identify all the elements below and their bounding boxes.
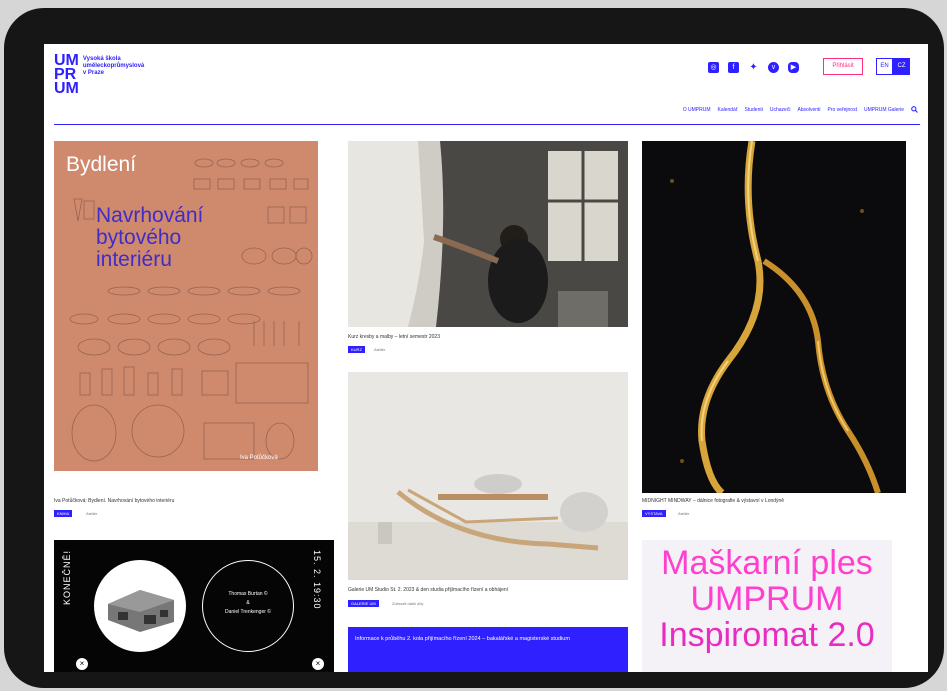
youtube-icon[interactable]: ▶ (788, 62, 799, 73)
maskarni-poster: Maškarní ples UMPRUM Inspiromat 2.0 (642, 540, 892, 672)
highway-illustration (642, 141, 906, 493)
nav-item[interactable]: Absolventi (797, 107, 820, 113)
logo-text-line: v Praze (82, 70, 104, 76)
logo-text-line: uměleckoprůmyslová (82, 63, 145, 69)
poster-illustrations (69, 158, 313, 462)
nav-item[interactable]: Uchazeči (770, 107, 791, 113)
social-links: ◎ f ✦ v ▶ (708, 62, 799, 73)
lang-cz-button[interactable]: CZ (893, 58, 910, 75)
header-divider (54, 124, 920, 125)
lang-en-button[interactable]: EN (876, 58, 893, 75)
category-tag[interactable]: KURZ (348, 346, 365, 353)
card-kurz[interactable]: Kurz kresby a malby – letní semestr 2023… (348, 141, 628, 359)
kurz-photo-illustration (348, 141, 628, 327)
instagram-icon[interactable]: ◎ (708, 62, 719, 73)
close-icon: × (312, 658, 324, 670)
card-meta: Ateliér (678, 511, 690, 516)
poster-subtitle-line: interiéru (96, 248, 172, 271)
category-tag[interactable]: GALERIE UM (348, 600, 379, 607)
card-konecne[interactable]: KONEČNĚ! 15. 2. 19:30 Thomas Burtan © & (54, 540, 334, 672)
building-circle (94, 560, 186, 652)
poster-line: Inspiromat 2.0 (659, 616, 875, 654)
card-midnight[interactable]: MIDNIGHT MINDWAY – dálnice fotografie & … (642, 141, 906, 529)
poster-line: UMPRUM (690, 580, 844, 618)
artist-line: Thomas Burtan © (228, 591, 268, 597)
browser-screen: UM PR UM Vysoká škola uměleckoprůmyslová… (44, 44, 928, 672)
logo-mark: UM PR UM (54, 53, 79, 97)
artist-line: & (246, 600, 250, 606)
galerie-photo (348, 372, 628, 580)
poster-line: Maškarní ples (661, 544, 873, 582)
login-button[interactable]: Přihlásit (823, 58, 863, 75)
facebook-icon[interactable]: f (728, 62, 739, 73)
nav-item[interactable]: Kalendář (717, 107, 737, 113)
nav-item[interactable]: Studenti (745, 107, 763, 113)
close-icon: × (76, 658, 88, 670)
sled-illustration (348, 372, 628, 580)
highway-photo (642, 141, 906, 493)
search-icon[interactable] (911, 106, 918, 113)
banner-text: Informace k průběhu 2. kola přijímacího … (355, 636, 570, 642)
site-header: UM PR UM Vysoká škola uměleckoprůmyslová… (44, 44, 928, 136)
category-tag[interactable]: VÝSTAVA (642, 510, 666, 517)
poster-title: Bydlení (66, 153, 137, 176)
logo-text: Vysoká škola uměleckoprůmyslová v Praze (83, 56, 144, 96)
card-caption[interactable]: Kurz kresby a malby – letní semestr 2023 (348, 334, 440, 340)
device-frame: UM PR UM Vysoká škola uměleckoprůmyslová… (4, 8, 944, 688)
card-meta: Ateliér (86, 511, 98, 516)
poster-author: Iva Potůčková (240, 455, 278, 461)
building-illustration (108, 590, 174, 632)
event-date-vertical-text: 15. 2. 19:30 (312, 550, 322, 610)
card-caption[interactable]: MIDNIGHT MINDWAY – dálnice fotografie & … (642, 498, 784, 504)
language-switch: EN CZ (876, 58, 910, 75)
main-nav: O UMPRUM Kalendář Studenti Uchazeči Abso… (683, 106, 918, 113)
logo-mark-line: UM (54, 80, 79, 97)
poster-subtitle-line: Navrhování (96, 204, 204, 227)
admission-info-banner[interactable]: Informace k průběhu 2. kola přijímacího … (348, 627, 628, 672)
umprum-logo[interactable]: UM PR UM Vysoká škola uměleckoprůmyslová… (54, 53, 144, 97)
card-caption[interactable]: Galerie UM Studio St. 2. 2023 & den stud… (348, 587, 508, 593)
card-galerie[interactable]: Galerie UM Studio St. 2. 2023 & den stud… (348, 372, 628, 612)
poster-subtitle: Navrhování bytového interiéru (96, 205, 203, 271)
poster-subtitle-line: bytového (96, 226, 182, 249)
card-bydleni[interactable]: Bydlení Navrhování bytového interiéru Iv… (54, 141, 318, 531)
kurz-photo (348, 141, 628, 327)
konecne-poster: KONEČNĚ! 15. 2. 19:30 Thomas Burtan © & (54, 540, 334, 672)
konecne-vertical-text: KONEČNĚ! (62, 550, 72, 606)
twitter-icon[interactable]: ✦ (748, 62, 759, 73)
logo-text-line: Vysoká škola (82, 56, 121, 62)
artists-text: Thomas Burtan © & Daniel Trenkenger © (204, 590, 292, 617)
nav-item[interactable]: UMPRUM Galerie (864, 107, 904, 113)
category-tag[interactable]: KNIHA (54, 510, 73, 517)
card-maskarni[interactable]: Maškarní ples UMPRUM Inspiromat 2.0 (642, 540, 892, 672)
card-meta: Ateliér (374, 347, 386, 352)
nav-item[interactable]: Pro veřejnost (828, 107, 857, 113)
artist-line: Daniel Trenkenger © (225, 609, 271, 615)
bydleni-poster: Bydlení Navrhování bytového interiéru Iv… (54, 141, 318, 471)
card-caption[interactable]: Iva Potůčková: Bydlení. Navrhování bytov… (54, 498, 174, 504)
vimeo-icon[interactable]: v (768, 62, 779, 73)
card-meta: Zobrazit další díly (392, 601, 424, 606)
nav-item[interactable]: O UMPRUM (683, 107, 711, 113)
